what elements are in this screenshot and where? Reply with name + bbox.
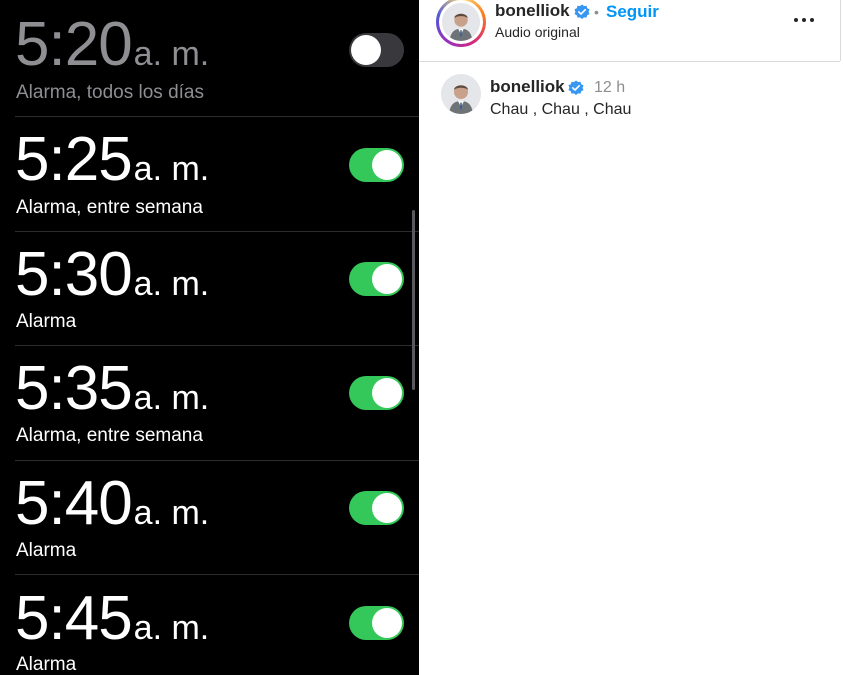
- post-header: bonelliok • Seguir Audio original: [419, 0, 840, 62]
- alarm-toggle[interactable]: [349, 262, 404, 296]
- alarm-label: Alarma: [16, 311, 77, 332]
- toggle-knob: [372, 264, 402, 294]
- alarm-toggle[interactable]: [349, 491, 404, 525]
- separator-dot: •: [594, 4, 599, 20]
- alarm-row[interactable]: 5:35a. m. Alarma, entre semana: [0, 346, 419, 460]
- alarm-ampm: a. m.: [133, 265, 210, 303]
- comment-timestamp[interactable]: 12 h: [594, 79, 625, 97]
- alarm-toggle[interactable]: [349, 376, 404, 410]
- alarm-row[interactable]: 5:40a. m. Alarma: [0, 461, 419, 575]
- alarm-time-value: 5:20: [15, 10, 133, 79]
- post-username[interactable]: bonelliok: [495, 1, 570, 21]
- header-divider: [840, 0, 841, 61]
- alarm-label: Alarma, todos los días: [16, 82, 204, 103]
- alarm-row[interactable]: 5:30a. m. Alarma: [0, 232, 419, 346]
- alarm-time-value: 5:30: [15, 240, 133, 309]
- alarm-row[interactable]: 5:45a. m. Alarma: [0, 575, 419, 675]
- alarm-toggle[interactable]: [349, 606, 404, 640]
- alarm-toggle[interactable]: [349, 148, 404, 182]
- avatar[interactable]: [442, 3, 480, 41]
- instagram-post-panel: bonelliok • Seguir Audio original bonell…: [419, 0, 843, 675]
- more-options-icon[interactable]: [792, 11, 816, 29]
- alarm-ampm: a. m.: [133, 494, 210, 532]
- alarm-time-value: 5:45: [15, 584, 133, 653]
- alarm-time: 5:35a. m.: [15, 353, 209, 424]
- alarm-time: 5:45a. m.: [15, 583, 209, 654]
- toggle-knob: [372, 150, 402, 180]
- toggle-knob: [351, 35, 381, 65]
- story-ring[interactable]: [436, 0, 486, 47]
- alarm-ampm: a. m.: [133, 379, 210, 417]
- verified-badge-icon: [574, 4, 590, 19]
- alarm-toggle[interactable]: [349, 33, 404, 67]
- alarm-time-value: 5:35: [15, 354, 133, 423]
- alarm-label: Alarma, entre semana: [16, 197, 203, 218]
- alarm-time: 5:25a. m.: [15, 124, 209, 195]
- alarm-time: 5:40a. m.: [15, 468, 209, 539]
- alarm-ampm: a. m.: [133, 609, 210, 647]
- follow-button[interactable]: Seguir: [606, 2, 659, 22]
- alarm-ampm: a. m.: [133, 35, 210, 73]
- alarm-time-value: 5:25: [15, 125, 133, 194]
- alarm-label: Alarma, entre semana: [16, 425, 203, 446]
- scroll-indicator[interactable]: [412, 210, 415, 390]
- alarm-time: 5:30a. m.: [15, 239, 209, 310]
- avatar-ring-inner: [439, 0, 483, 44]
- alarm-time-value: 5:40: [15, 469, 133, 538]
- alarm-time: 5:20a. m.: [15, 9, 209, 80]
- toggle-knob: [372, 608, 402, 638]
- comment-avatar[interactable]: [441, 74, 481, 114]
- person-photo-icon: [442, 3, 480, 41]
- alarm-label: Alarma: [16, 540, 77, 561]
- alarm-ampm: a. m.: [133, 150, 210, 188]
- person-photo-icon: [441, 74, 481, 114]
- alarm-row[interactable]: 5:20a. m. Alarma, todos los días: [0, 0, 419, 114]
- verified-badge-icon: [568, 80, 584, 95]
- alarm-row[interactable]: 5:25a. m. Alarma, entre semana: [0, 117, 419, 231]
- alarm-list: 5:20a. m. Alarma, todos los días 5:25a. …: [0, 0, 419, 675]
- toggle-knob: [372, 493, 402, 523]
- audio-original-link[interactable]: Audio original: [495, 24, 580, 40]
- comment-username[interactable]: bonelliok: [490, 77, 565, 97]
- toggle-knob: [372, 378, 402, 408]
- alarm-label: Alarma: [16, 654, 77, 675]
- comment-text: Chau , Chau , Chau: [490, 101, 632, 118]
